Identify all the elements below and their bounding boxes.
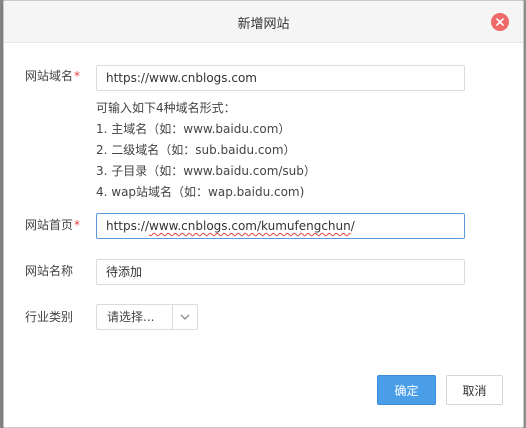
site-name-value: 待添加 — [106, 265, 143, 279]
industry-label: 行业类别 — [25, 310, 74, 324]
homepage-label-text: 网站首页 — [25, 218, 74, 232]
site-name-input[interactable]: 待添加 — [96, 259, 465, 285]
domain-input-value: https://www.cnblogs.com — [106, 71, 257, 85]
close-button[interactable] — [491, 13, 509, 31]
homepage-required-mark: * — [74, 218, 81, 232]
close-icon — [496, 18, 504, 26]
homepage-value-main: www.cnblogs.com/kumufengchun — [149, 219, 351, 233]
site-name-label: 网站名称 — [25, 264, 74, 278]
homepage-value-prefix: https:// — [106, 219, 150, 233]
domain-required-mark: * — [74, 69, 81, 83]
homepage-input[interactable]: https://www.cnblogs.com/kumufengchun/ — [96, 213, 465, 239]
hint-item: 2. 二级域名（如：sub.baidu.com） — [96, 143, 296, 157]
domain-input[interactable]: https://www.cnblogs.com — [96, 65, 465, 91]
dialog-header: 新增网站 — [4, 1, 523, 43]
add-website-dialog: 新增网站 网站域名* https://www.cnblogs.com 可输入如下… — [3, 0, 524, 428]
industry-select-value: 请选择... — [107, 310, 155, 324]
industry-select-toggle[interactable] — [172, 305, 197, 329]
dialog-title: 新增网站 — [237, 17, 290, 32]
chevron-down-icon — [180, 314, 190, 320]
domain-label: 网站域名* — [25, 63, 80, 89]
domain-format-hints: 可输入如下4种域名形式： 1. 主域名（如：www.baidu.com） 2. … — [96, 98, 316, 203]
hint-item: 4. wap站域名（如：wap.baidu.com) — [96, 185, 305, 199]
hint-intro: 可输入如下4种域名形式： — [96, 101, 236, 115]
confirm-button[interactable]: 确定 — [377, 375, 436, 405]
homepage-label: 网站首页* — [25, 212, 80, 238]
hint-item: 3. 子目录（如：www.baidu.com/sub） — [96, 164, 316, 178]
industry-select[interactable]: 请选择... — [96, 304, 198, 330]
cancel-button[interactable]: 取消 — [446, 375, 503, 405]
homepage-value-suffix: / — [350, 219, 355, 233]
hint-item: 1. 主域名（如：www.baidu.com） — [96, 122, 291, 136]
domain-label-text: 网站域名 — [25, 69, 74, 83]
